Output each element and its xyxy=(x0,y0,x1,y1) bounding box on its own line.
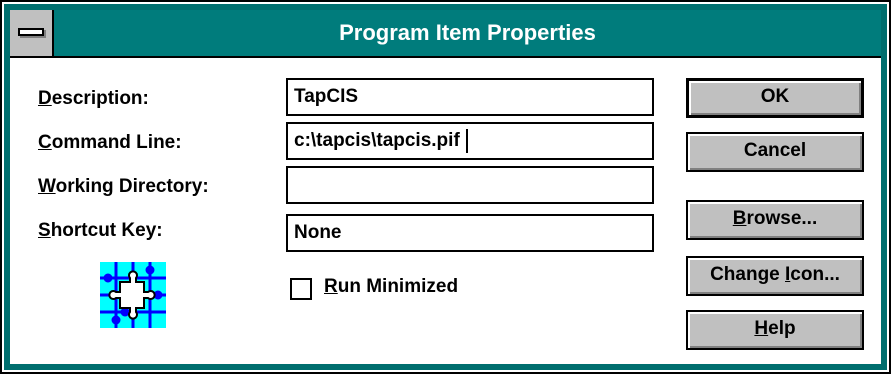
change-icon-button[interactable]: Change Icon... xyxy=(686,256,864,296)
shortcut-key-label: Shortcut Key: xyxy=(38,220,163,241)
run-minimized-label[interactable]: Run Minimized xyxy=(324,276,458,298)
description-label: Description: xyxy=(38,88,149,109)
title-bar[interactable]: Program Item Properties xyxy=(10,10,881,58)
shortcut-key-field[interactable]: None xyxy=(286,214,654,252)
description-field[interactable]: TapCIS xyxy=(286,78,654,116)
program-item-properties-dialog: Program Item Properties Description: Com… xyxy=(0,0,891,374)
working-directory-field[interactable] xyxy=(286,166,654,204)
text-caret xyxy=(465,128,468,153)
cancel-button[interactable]: Cancel xyxy=(686,132,864,172)
command-line-field[interactable]: c:\tapcis\tapcis.pif xyxy=(286,122,654,160)
run-minimized-checkbox[interactable] xyxy=(290,278,312,300)
working-directory-label: Working Directory: xyxy=(38,176,209,197)
ok-button[interactable]: OK xyxy=(686,78,864,118)
command-line-label: Command Line: xyxy=(38,132,182,153)
window-title: Program Item Properties xyxy=(339,20,596,45)
system-menu-icon xyxy=(18,28,44,36)
system-menu-button[interactable] xyxy=(10,10,54,56)
help-button[interactable]: Help xyxy=(686,310,864,350)
browse-button[interactable]: Browse... xyxy=(686,200,864,240)
puzzle-piece-icon[interactable] xyxy=(100,262,166,328)
